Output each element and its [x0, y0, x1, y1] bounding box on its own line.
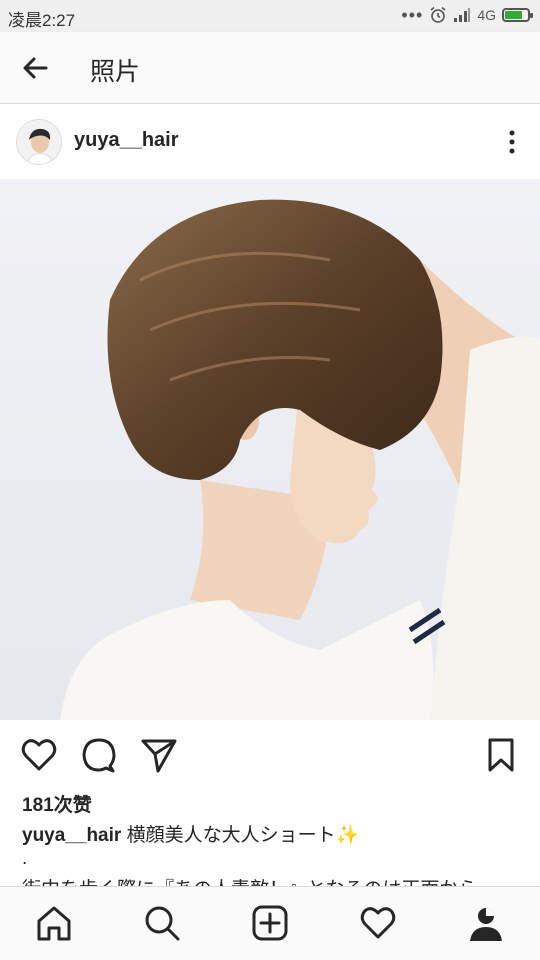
status-bar: 凌晨2:27 ••• 4G: [0, 0, 540, 32]
post-header: yuya__hair: [0, 104, 540, 180]
search-icon[interactable]: [142, 903, 182, 943]
activity-heart-icon[interactable]: [358, 903, 398, 943]
comment-icon[interactable]: [80, 736, 118, 774]
home-icon[interactable]: [34, 903, 74, 943]
bottom-navigation: [0, 886, 540, 960]
post-username[interactable]: yuya__hair: [74, 129, 179, 152]
avatar[interactable]: [16, 119, 62, 165]
likes-count[interactable]: 181次赞: [22, 790, 92, 817]
app-bar: 照片: [0, 32, 540, 104]
post-caption: yuya__hair 横顔美人な大人ショート✨: [22, 820, 359, 847]
alarm-icon: [430, 6, 446, 23]
post-actions: [0, 730, 540, 780]
more-dots-icon: •••: [401, 5, 424, 25]
add-post-icon[interactable]: [250, 903, 290, 943]
status-icons: ••• 4G: [401, 5, 533, 25]
sparkle-emoji: ✨: [335, 825, 360, 846]
status-time: 凌晨2:27: [8, 11, 76, 30]
profile-icon[interactable]: [466, 903, 506, 943]
caption-username[interactable]: yuya__hair: [22, 825, 121, 846]
arrow-left-icon[interactable]: [18, 50, 54, 86]
page-title: 照片: [90, 58, 141, 86]
bookmark-icon[interactable]: [482, 736, 520, 774]
caption-text: 横顔美人な大人ショート: [126, 825, 336, 846]
caption-dot: .: [22, 848, 28, 869]
signal-icon: [454, 8, 471, 22]
post-photo[interactable]: [0, 180, 540, 720]
heart-icon[interactable]: [20, 736, 58, 774]
network-type: 4G: [477, 7, 496, 23]
more-vertical-icon[interactable]: [506, 128, 518, 156]
share-icon[interactable]: [140, 736, 178, 774]
battery-icon: [502, 8, 533, 22]
